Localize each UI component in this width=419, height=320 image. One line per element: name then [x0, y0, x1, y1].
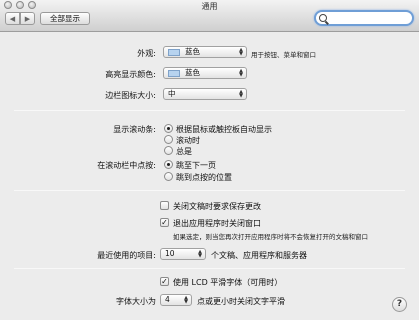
ask-keep-changes-checkbox[interactable] — [160, 201, 169, 210]
back-button[interactable]: ◀ — [5, 12, 20, 25]
show-all-button[interactable]: 全部显示 — [40, 12, 90, 25]
jump-to-spot-radio[interactable] — [164, 172, 173, 181]
close-windows-on-quit-label: 退出应用程序时关闭窗口 — [173, 219, 261, 228]
search-field[interactable] — [314, 10, 414, 26]
recent-items-suffix: 个文稿、应用程序和服务器 — [211, 251, 307, 260]
help-button[interactable]: ? — [392, 297, 407, 312]
appearance-popup[interactable]: 蓝色 ▲ ▼ — [163, 46, 247, 58]
sidebar-icon-size-popup[interactable]: 中 ▲ ▼ — [163, 88, 247, 100]
highlight-label: 高亮显示颜色: — [105, 70, 156, 79]
scrollbars-always-radio[interactable] — [164, 146, 173, 155]
search-icon — [319, 14, 327, 22]
popup-arrows-icon: ▲ ▼ — [198, 249, 202, 259]
scrollbars-always-label: 总是 — [176, 147, 192, 156]
separator — [14, 268, 405, 269]
appearance-swatch — [168, 48, 180, 56]
scrollbars-when-scrolling-radio[interactable] — [164, 135, 173, 144]
separator — [14, 110, 405, 111]
chevron-left-icon: ◀ — [9, 14, 16, 23]
jump-next-page-radio[interactable] — [164, 160, 173, 169]
show-scrollbars-label: 显示滚动条: — [113, 125, 156, 134]
close-windows-note: 如果选定，则当您再次打开应用程序时将不会恢复打开的文稿和窗口 — [173, 233, 368, 241]
popup-arrows-icon: ▲ ▼ — [239, 89, 243, 99]
popup-arrows-icon: ▲ ▼ — [239, 68, 243, 78]
popup-arrows-icon: ▲ ▼ — [184, 295, 188, 305]
sidebar-icon-size-value: 中 — [168, 89, 176, 98]
close-windows-on-quit-checkbox[interactable]: ✓ — [160, 218, 169, 227]
scrollbars-when-scrolling-label: 滚动时 — [176, 136, 200, 145]
window-titlebar: 通用 ◀ ▶ 全部显示 — [0, 0, 419, 32]
font-smoothing-popup[interactable]: 4 ▲ ▼ — [160, 294, 192, 306]
scrollbars-auto-label: 根据鼠标或触控板自动显示 — [176, 125, 272, 134]
highlight-popup[interactable]: 蓝色 ▲ ▼ — [163, 67, 247, 79]
appearance-label: 外观: — [137, 49, 156, 58]
separator — [14, 190, 405, 191]
lcd-smoothing-label: 使用 LCD 平滑字体（可用时） — [173, 278, 283, 287]
highlight-value: 蓝色 — [185, 68, 200, 77]
recent-items-popup[interactable]: 10 ▲ ▼ — [160, 248, 206, 260]
lcd-smoothing-checkbox[interactable]: ✓ — [160, 277, 169, 286]
recent-items-label: 最近使用的项目: — [97, 251, 156, 260]
font-smoothing-suffix: 点或更小时关闭文字平滑 — [197, 297, 285, 306]
scrollbars-auto-radio[interactable] — [164, 124, 173, 133]
font-smoothing-value: 4 — [165, 295, 170, 304]
popup-arrows-icon: ▲ ▼ — [239, 47, 243, 57]
chevron-right-icon: ▶ — [24, 14, 31, 23]
sidebar-icon-size-label: 边栏图标大小: — [105, 91, 156, 100]
appearance-value: 蓝色 — [185, 47, 200, 56]
ask-keep-changes-label: 关闭文稿时要求保存更改 — [173, 202, 261, 211]
jump-next-page-label: 跳至下一页 — [176, 161, 216, 170]
font-smoothing-label: 字体大小为 — [116, 297, 156, 306]
forward-button[interactable]: ▶ — [20, 12, 35, 25]
jump-to-spot-label: 跳到点按的位置 — [176, 173, 232, 182]
search-input[interactable] — [330, 13, 410, 23]
highlight-swatch — [168, 69, 180, 77]
recent-items-value: 10 — [165, 249, 175, 258]
click-scrollbar-label: 在滚动栏中点按: — [97, 161, 156, 170]
appearance-note: 用于按钮、菜单和窗口 — [251, 51, 316, 59]
